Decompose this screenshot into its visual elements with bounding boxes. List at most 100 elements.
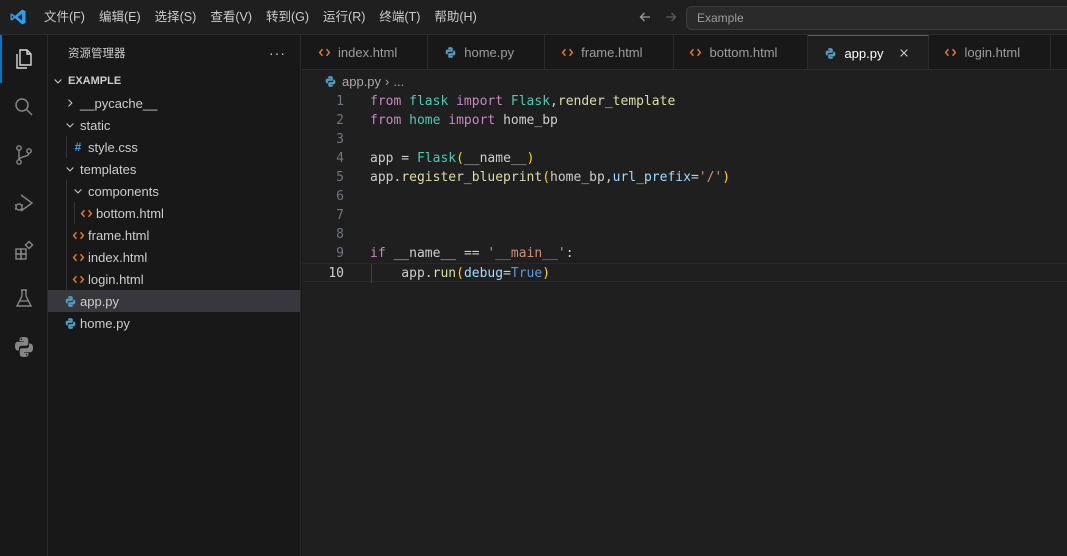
tree-file[interactable]: home.py [48,312,300,334]
extensions-icon[interactable] [0,227,48,275]
close-icon[interactable] [894,43,914,63]
menu-item[interactable]: 转到(G) [259,5,316,29]
code-token: __name__ [463,151,527,166]
testing-icon[interactable] [0,275,48,323]
menu-item[interactable]: 帮助(H) [427,5,483,29]
vscode-logo-icon [0,0,35,35]
code-line[interactable]: 8 [302,225,1067,244]
tab-label: frame.html [581,45,643,60]
breadcrumb-symbols[interactable]: ... [393,74,404,89]
explorer-sidebar: 资源管理器 ··· EXAMPLE __pycache__static # style… [48,35,301,556]
code-line[interactable]: 6 [302,187,1067,206]
breadcrumb-file[interactable]: app.py [342,74,381,89]
tree-folder[interactable]: static [48,114,300,136]
code-token: home_bp [503,113,558,128]
html-file-icon [943,45,959,61]
more-actions-icon[interactable]: ··· [269,45,286,61]
tree-file[interactable]: bottom.html [48,202,300,224]
indent-guide [66,224,67,246]
tree-file[interactable]: app.py [48,290,300,312]
indent-guide [66,246,67,268]
code-editor[interactable]: 1 from flask import Flask,render_template… [302,92,1067,556]
code-token: render_template [557,94,676,109]
forward-arrow-icon[interactable] [660,6,682,28]
code-token: ( [456,266,464,281]
menu-item[interactable]: 终端(T) [372,5,427,29]
code-line[interactable]: 9 if __name__ == '__main__': [302,244,1067,263]
menu-item[interactable]: 运行(R) [316,5,372,29]
code-token: __name__ [385,246,464,261]
tree-file[interactable]: # style.css [48,136,300,158]
code-text: app.register_blueprint(home_bp,url_prefi… [370,168,730,187]
command-center-search[interactable]: Example [686,6,1067,30]
tree-item-label: bottom.html [96,205,164,221]
files-icon[interactable] [0,35,48,83]
code-text: from flask import Flask,render_template [370,92,675,111]
code-line[interactable]: 10 app.run(debug=True) [302,263,1067,283]
python-icon[interactable] [0,323,48,371]
code-token: from [370,94,402,109]
code-token: == [463,246,480,261]
indent-guide [66,202,67,224]
code-text: from home import home_bp [370,111,558,130]
code-token: . [424,266,433,281]
code-line[interactable]: 7 [302,206,1067,225]
code-line[interactable]: 3 [302,130,1067,149]
tab-frame-html[interactable]: frame.html [545,35,674,69]
code-token: '/' [698,170,723,185]
tree-root[interactable]: EXAMPLE [48,70,300,92]
tree-item-label: components [88,183,159,199]
line-number: 5 [336,170,344,185]
tab-app-py[interactable]: app.py [808,35,929,69]
code-token: = [503,266,511,281]
code-token: if [370,246,386,261]
tree-file[interactable]: frame.html [48,224,300,246]
html-file-icon [70,249,86,265]
tab-bottom-html[interactable]: bottom.html [673,35,809,69]
editor-tabs: index.html home.py frame.html bottom.html ap… [302,35,1067,70]
tree-item-label: style.css [88,139,138,155]
code-token: ) [722,170,731,185]
code-token: = [393,151,417,166]
tree-item-label: __pycache__ [80,95,158,111]
code-line[interactable]: 2 from home import home_bp [302,111,1067,130]
tab-home-py[interactable]: home.py [428,35,546,69]
code-line[interactable]: 1 from flask import Flask,render_template [302,92,1067,111]
menu-item[interactable]: 查看(V) [203,5,259,29]
code-line[interactable]: 5 app.register_blueprint(home_bp,url_pref… [302,168,1067,187]
python-file-icon [322,73,338,89]
tree-item-label: app.py [80,293,120,309]
run-debug-icon[interactable] [0,179,48,227]
tree-item-label: home.py [80,315,130,331]
breadcrumb: app.py › ... [302,70,1067,92]
menu-item[interactable]: 编辑(E) [92,5,148,29]
tab-label: home.py [464,45,515,60]
back-arrow-icon[interactable] [634,6,656,28]
code-text: if __name__ == '__main__': [370,244,574,263]
tab-login-html[interactable]: login.html [928,35,1052,69]
menu-item[interactable]: 选择(S) [148,5,204,29]
tree-folder[interactable]: components [48,180,300,202]
activity-bar [0,35,48,556]
line-number: 9 [336,246,344,261]
tree-folder[interactable]: __pycache__ [48,92,300,114]
code-token: Flask [416,151,457,166]
code-token: ( [542,170,551,185]
tree-file[interactable]: index.html [48,246,300,268]
breadcrumb-chevron-icon: › [385,73,390,89]
line-number: 8 [336,227,344,242]
tree-folder[interactable]: templates [48,158,300,180]
code-token: import [456,94,504,109]
code-token: , [604,170,613,185]
source-control-icon[interactable] [0,131,48,179]
menu-item[interactable]: 文件(F) [37,5,92,29]
tab-index-html[interactable]: index.html [302,35,429,69]
tree-file[interactable]: login.html [48,268,300,290]
code-line[interactable]: 4 app = Flask(__name__) [302,149,1067,168]
py-file-icon [442,45,458,61]
search-icon[interactable] [0,83,48,131]
explorer-title: 资源管理器 [68,47,126,60]
command-center-label: Example [697,11,744,25]
